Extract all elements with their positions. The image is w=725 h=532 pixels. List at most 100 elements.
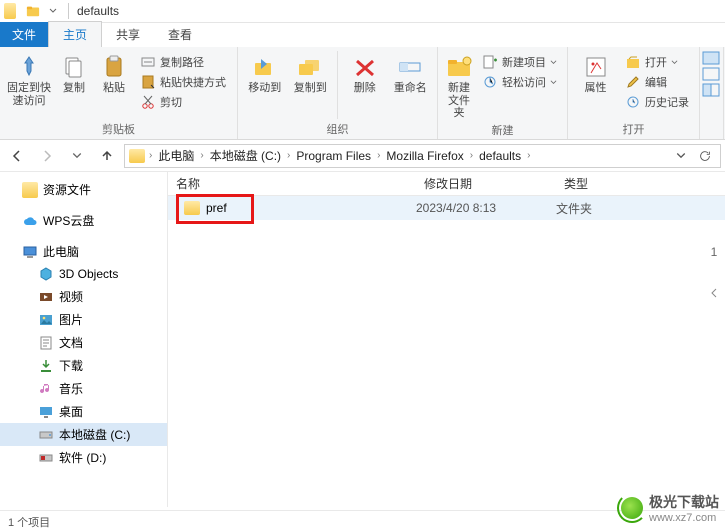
col-type[interactable]: 类型 — [556, 175, 656, 192]
copy-button[interactable]: 复制 — [56, 51, 92, 95]
tree-wps-cloud[interactable]: WPS云盘 — [0, 209, 167, 232]
chevron-right-icon[interactable]: › — [147, 150, 154, 161]
download-icon — [38, 358, 54, 374]
navigation-pane[interactable]: 资源文件 WPS云盘 此电脑 3D Objects 视频 图片 文档 下载 音乐… — [0, 172, 168, 507]
group-label-open: 打开 — [574, 119, 693, 137]
qat-folder-icon[interactable] — [24, 2, 42, 20]
doc-icon — [38, 335, 54, 351]
ribbon-group-open: 属性 打开 编辑 历史记录 打开 — [568, 47, 700, 139]
tree-music[interactable]: 音乐 — [0, 377, 167, 400]
file-list-pane[interactable]: 名称 修改日期 类型 pref 2023/4/20 8:13 文件夹 — [168, 172, 725, 507]
paste-button[interactable]: 粘贴 — [96, 51, 132, 95]
crumb-firefox[interactable]: Mozilla Firefox — [384, 149, 465, 163]
status-bar: 1 个项目 — [0, 510, 725, 532]
file-name: pref — [206, 201, 227, 215]
tab-view[interactable]: 查看 — [154, 22, 206, 47]
file-date: 2023/4/20 8:13 — [416, 201, 556, 215]
tab-home[interactable]: 主页 — [48, 21, 102, 47]
crumb-thispc[interactable]: 此电脑 — [156, 147, 196, 164]
picture-icon — [38, 312, 54, 328]
col-name[interactable]: 名称 — [168, 175, 416, 192]
right-hint-strip: 1 — [703, 204, 725, 339]
pin-label: 固定到快 速访问 — [7, 82, 51, 107]
file-row[interactable]: pref 2023/4/20 8:13 文件夹 — [168, 196, 725, 220]
system-menu-icon[interactable] — [4, 2, 22, 20]
ribbon-group-organize: 移动到 复制到 删除 重命名 组织 — [238, 47, 438, 139]
history-button[interactable]: 历史记录 — [621, 93, 693, 111]
edit-button[interactable]: 编辑 — [621, 73, 693, 91]
item-count: 1 个项目 — [8, 514, 50, 530]
tree-resource[interactable]: 资源文件 — [0, 178, 167, 201]
new-folder-button[interactable]: 新建 文件夹 — [444, 51, 474, 120]
open-button[interactable]: 打开 — [621, 53, 693, 71]
dropdown-icon — [671, 59, 678, 66]
pc-icon — [22, 244, 38, 260]
location-icon — [129, 149, 145, 163]
copy-to-button[interactable]: 复制到 — [290, 51, 332, 95]
chevron-right-icon[interactable]: › — [198, 150, 205, 161]
tab-share[interactable]: 共享 — [102, 22, 154, 47]
hint-number: 1 — [711, 245, 718, 259]
rename-button[interactable]: 重命名 — [390, 51, 432, 95]
delete-button[interactable]: 删除 — [344, 51, 386, 95]
crumb-program-files[interactable]: Program Files — [294, 149, 373, 163]
ribbon-group-clipboard: 固定到快 速访问 复制 粘贴 复制路径 粘贴快捷方式 — [0, 47, 238, 139]
invert-icon[interactable] — [702, 83, 720, 97]
tree-downloads[interactable]: 下载 — [0, 354, 167, 377]
tab-file[interactable]: 文件 — [0, 22, 48, 47]
nav-back-button[interactable] — [4, 144, 30, 168]
crumb-defaults[interactable]: defaults — [477, 149, 523, 163]
dropdown-icon — [550, 59, 557, 66]
file-type: 文件夹 — [556, 200, 656, 217]
paste-shortcut-button[interactable]: 粘贴快捷方式 — [136, 73, 230, 91]
breadcrumb-bar[interactable]: › 此电脑 › 本地磁盘 (C:) › Program Files › Mozi… — [124, 144, 721, 168]
dropdown-icon — [550, 79, 557, 86]
refresh-button[interactable] — [694, 145, 716, 167]
group-label-new: 新建 — [444, 120, 561, 138]
tree-drive-d[interactable]: 软件 (D:) — [0, 446, 167, 469]
cloud-icon — [22, 213, 38, 229]
tree-pictures[interactable]: 图片 — [0, 308, 167, 331]
properties-button[interactable]: 属性 — [574, 51, 617, 95]
tree-desktop[interactable]: 桌面 — [0, 400, 167, 423]
tree-documents[interactable]: 文档 — [0, 331, 167, 354]
addr-dropdown-button[interactable] — [670, 145, 692, 167]
col-date[interactable]: 修改日期 — [416, 175, 556, 192]
qat-dropdown-icon[interactable] — [44, 2, 62, 20]
chevron-right-icon[interactable]: › — [375, 150, 382, 161]
chevron-right-icon[interactable]: › — [285, 150, 292, 161]
tree-videos[interactable]: 视频 — [0, 285, 167, 308]
titlebar: defaults — [0, 0, 725, 23]
chevron-right-icon[interactable]: › — [525, 150, 532, 161]
tree-drive-c[interactable]: 本地磁盘 (C:) — [0, 423, 167, 446]
group-label-organize: 组织 — [244, 119, 431, 137]
nav-up-button[interactable] — [94, 144, 120, 168]
desktop-icon — [38, 404, 54, 420]
nav-recent-button[interactable] — [64, 144, 90, 168]
cube-icon — [38, 266, 54, 282]
easy-access-button[interactable]: 轻松访问 — [478, 73, 561, 91]
copy-label: 复制 — [63, 82, 85, 95]
main-area: 资源文件 WPS云盘 此电脑 3D Objects 视频 图片 文档 下载 音乐… — [0, 172, 725, 507]
folder-icon — [184, 201, 200, 215]
drive-icon — [38, 450, 54, 466]
group-label-clipboard: 剪贴板 — [6, 119, 231, 137]
paste-label: 粘贴 — [103, 82, 125, 95]
new-item-button[interactable]: 新建项目 — [478, 53, 561, 71]
chevron-right-icon[interactable]: › — [468, 150, 475, 161]
address-bar: › 此电脑 › 本地磁盘 (C:) › Program Files › Mozi… — [0, 140, 725, 172]
select-icon[interactable] — [702, 51, 720, 65]
drive-icon — [38, 427, 54, 443]
pin-to-quick-access-button[interactable]: 固定到快 速访问 — [6, 51, 52, 107]
copy-path-button[interactable]: 复制路径 — [136, 53, 230, 71]
ribbon-group-select-partial — [700, 47, 724, 139]
move-to-button[interactable]: 移动到 — [244, 51, 286, 95]
tree-this-pc[interactable]: 此电脑 — [0, 240, 167, 263]
column-headers[interactable]: 名称 修改日期 类型 — [168, 172, 725, 196]
crumb-drive-c[interactable]: 本地磁盘 (C:) — [208, 147, 283, 164]
cut-button[interactable]: 剪切 — [136, 93, 230, 111]
window-title: defaults — [77, 4, 119, 18]
select-none-icon[interactable] — [702, 67, 720, 81]
tree-3d-objects[interactable]: 3D Objects — [0, 263, 167, 285]
nav-forward-button[interactable] — [34, 144, 60, 168]
